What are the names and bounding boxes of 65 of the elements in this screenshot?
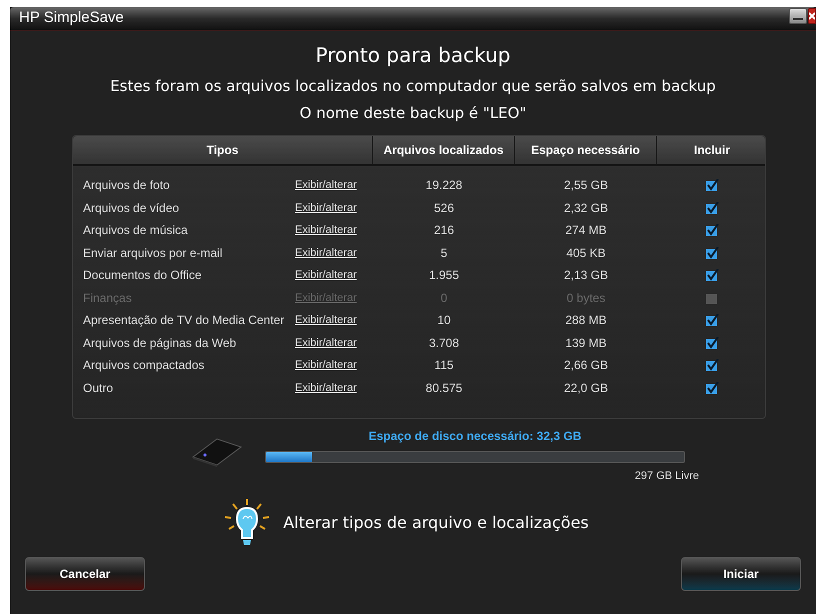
cancel-button[interactable]: Cancelar [25,556,145,590]
view-edit-link[interactable]: Exibir/alterar [295,244,357,261]
count-cell-text: 80.575 [424,380,464,397]
size-cell-text: 2,55 GB [562,177,610,194]
view-edit-link[interactable]: Exibir/alterar [295,267,357,284]
view-edit-link[interactable]: Exibir/alterar [295,312,357,328]
type-cell-text: Enviar arquivos por e-mail [82,244,224,262]
type-cell-text: Arquivos de páginas da Web [82,334,238,352]
checkbox[interactable] [706,246,718,259]
view-edit-link[interactable]: Exibir/alterar [295,357,357,374]
checkbox[interactable] [706,224,718,236]
size-cell-text: 2,13 GB [562,267,610,284]
size-cell-text: 274 MB [564,222,608,240]
size-cell-text: 2,66 GB [562,357,610,374]
checkbox[interactable] [706,269,718,282]
size-cell-text: 405 KB [565,244,607,262]
hard-drive-icon [191,437,243,467]
count-cell-text: 0 [440,290,448,307]
count-cell-text: 3.708 [428,334,460,352]
count-cell-text: 216 [432,222,456,240]
view-edit-link[interactable]: Exibir/alterar [295,222,357,238]
count-cell-text: 5 [440,244,448,262]
type-cell-text: Documentos do Office [82,267,203,284]
type-cell-text: Arquivos de vídeo [82,200,180,217]
window-title: HP SimpleSave [18,8,124,28]
checkbox[interactable] [706,336,718,349]
column-header: Tipos [73,136,373,164]
column-header: Arquivos localizados [373,136,515,164]
view-edit-link[interactable]: Exibir/alterar [295,334,357,351]
type-cell-text: Apresentação de TV do Media Center [82,312,286,330]
change-types-link[interactable]: Alterar tipos de arquivo e localizações [283,510,589,534]
size-cell-text: 2,32 GB [562,200,610,217]
type-cell-text: Arquivos de foto [82,177,171,194]
count-cell-text: 526 [432,200,456,217]
column-header: Espaço necessário [515,136,657,164]
column-header: Incluir [692,142,731,159]
subtitle: Estes foram os arquivos localizados no computador que serão salvos em backup [109,76,717,96]
view-edit-link[interactable]: Exibir/alterar [295,200,357,216]
type-cell-text: Arquivos de música [82,222,189,240]
size-cell-text: 139 MB [564,334,608,352]
backup-name: O nome deste backup é "LEO" [298,103,528,123]
checkbox[interactable] [706,202,718,214]
type-cell-text: Outro [82,380,114,397]
count-cell-text: 10 [436,312,452,330]
free-space: 297 GB Livre [634,469,699,484]
minimize-button[interactable] [789,8,807,24]
count-cell-text: 115 [433,357,455,374]
close-button[interactable] [808,8,816,24]
checkbox[interactable] [706,314,718,326]
size-cell-text: 22,0 GB [562,380,610,397]
count-cell-text: 1.955 [428,267,460,284]
type-cell-text: Arquivos compactados [82,357,206,374]
view-edit-link[interactable]: Exibir/alterar [295,380,357,396]
checkbox[interactable] [706,359,718,372]
start-button[interactable]: Iniciar [681,556,801,590]
size-cell-text: 0 bytes [566,290,606,307]
size-cell-text: 288 MB [564,312,608,330]
type-cell-text: Finanças [82,290,133,307]
disk-space-label: Espaço de disco necessário: 32,3 GB [368,428,582,445]
view-edit-link[interactable]: Exibir/alterar [295,177,357,194]
count-cell-text: 19.228 [424,177,464,194]
heading: Pronto para backup [314,43,512,67]
checkbox[interactable] [706,179,718,192]
close-icon [809,12,815,20]
checkbox[interactable] [706,382,718,394]
